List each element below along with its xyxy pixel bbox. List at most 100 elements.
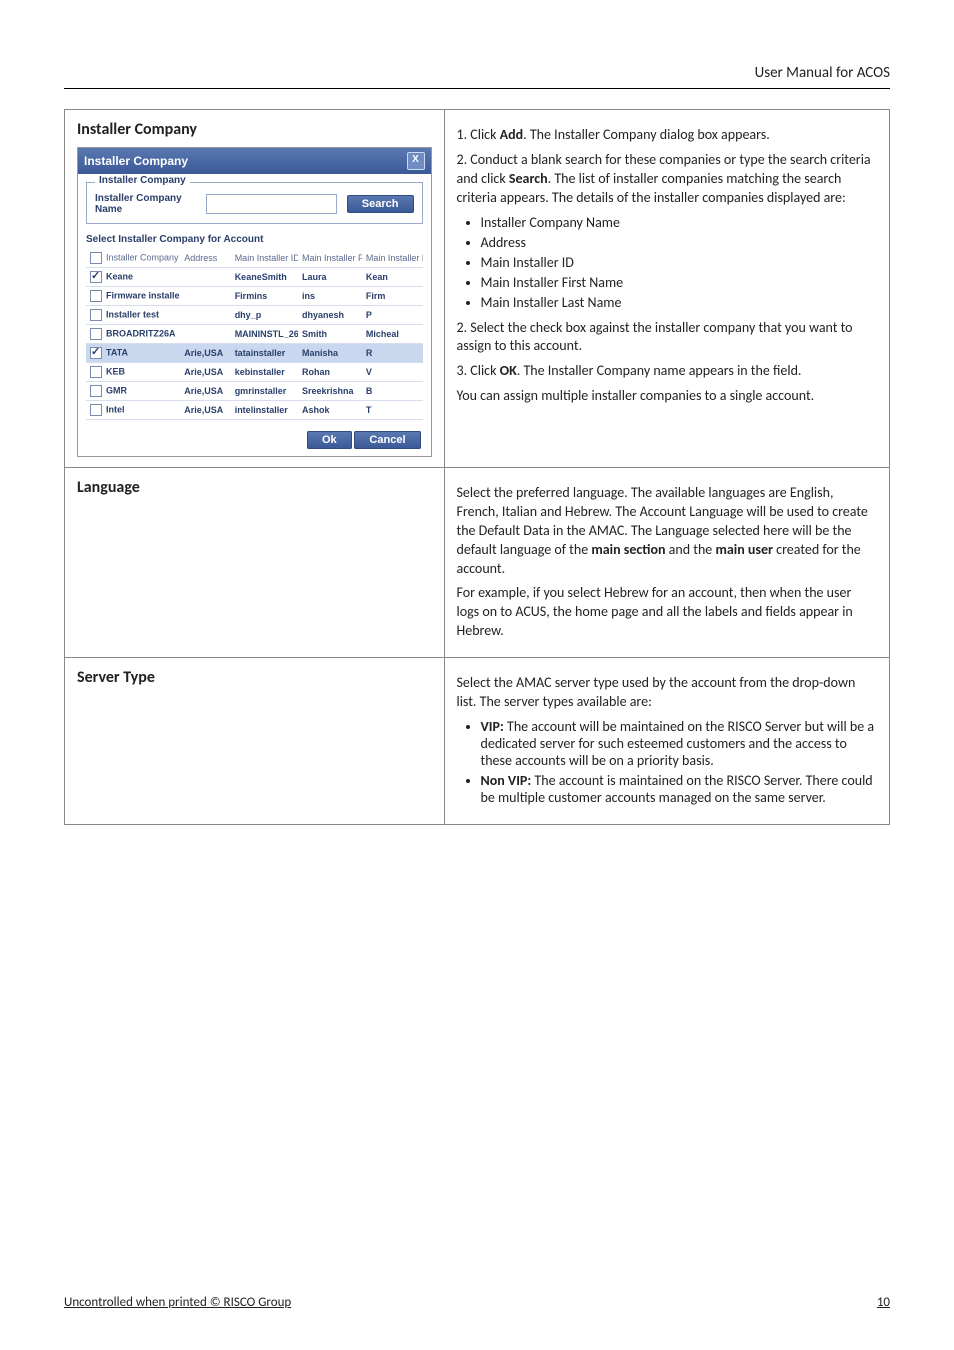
footer-page-number: 10: [877, 1295, 890, 1310]
cell-addr: [180, 325, 230, 344]
table-row[interactable]: Firmware installer FirminsinsFirm: [86, 287, 423, 306]
cell-name: TATA: [106, 347, 128, 357]
content-table: Installer Company Installer Company X In…: [64, 109, 890, 825]
cell-name: Firmware installer: [106, 290, 180, 300]
table-row[interactable]: Installer test dhy_pdhyaneshP: [86, 306, 423, 325]
cancel-button[interactable]: Cancel: [354, 431, 420, 449]
table-row[interactable]: TATA Arie,USAtatainstallerManishaR: [86, 344, 423, 363]
list-item: Installer Company Name: [481, 214, 878, 231]
cell-id: kebinstaller: [231, 363, 298, 382]
cell-ln: T: [362, 401, 423, 420]
ic-step2b: 2. Select the check box against the inst…: [457, 319, 878, 357]
page-footer: Uncontrolled when printed © RISCO Group …: [64, 1295, 890, 1310]
row-checkbox[interactable]: [90, 271, 102, 283]
row-server-type-left: Server Type: [65, 658, 445, 825]
cell-ln: Micheal: [362, 325, 423, 344]
server-type-label: Server Type: [77, 668, 155, 687]
installer-company-dialog: Installer Company X Installer Company In…: [77, 147, 432, 457]
cell-id: gmrinstaller: [231, 382, 298, 401]
cell-id: KeaneSmith: [231, 268, 298, 287]
cell-fn: Ashok: [298, 401, 362, 420]
cell-fn: Laura: [298, 268, 362, 287]
col-address: Address: [180, 249, 230, 268]
cell-addr: [180, 287, 230, 306]
company-table: Installer Company Name Address Main Inst…: [86, 249, 423, 420]
dialog-titlebar: Installer Company X: [78, 148, 431, 174]
dialog-legend: Installer Company: [95, 175, 190, 186]
cell-id: tatainstaller: [231, 344, 298, 363]
table-row[interactable]: Intel Arie,USAintelinstallerAshokT: [86, 401, 423, 420]
cell-addr: Arie,USA: [180, 344, 230, 363]
cell-name: Intel: [106, 404, 125, 414]
col-ln: Main Installer Last Name: [362, 249, 423, 268]
cell-fn: Rohan: [298, 363, 362, 382]
col-fn: Main Installer First Name: [298, 249, 362, 268]
cell-name: Installer test: [106, 309, 159, 319]
cell-ln: V: [362, 363, 423, 382]
company-name-label: Installer Company Name: [95, 193, 196, 215]
cell-addr: Arie,USA: [180, 401, 230, 420]
cell-name: GMR: [106, 385, 127, 395]
ic-bullets: Installer Company Name Address Main Inst…: [457, 214, 878, 311]
cell-id: dhy_p: [231, 306, 298, 325]
cell-ln: Firm: [362, 287, 423, 306]
cell-addr: [180, 268, 230, 287]
installer-company-label: Installer Company: [77, 120, 197, 139]
cell-ln: P: [362, 306, 423, 325]
cell-ln: Kean: [362, 268, 423, 287]
row-checkbox[interactable]: [90, 404, 102, 416]
table-row[interactable]: BROADRITZ26A MAININSTL_26ASmithMicheal: [86, 325, 423, 344]
cell-name: KEB: [106, 366, 125, 376]
server-type-intro: Select the AMAC server type used by the …: [457, 674, 878, 712]
row-checkbox[interactable]: [90, 290, 102, 302]
ok-button[interactable]: Ok: [307, 431, 352, 449]
ic-step3: 3. Click OK. The Installer Company name …: [457, 362, 878, 381]
header-checkbox[interactable]: [90, 252, 102, 264]
list-item: VIP: The account will be maintained on t…: [481, 718, 878, 769]
cell-fn: Smith: [298, 325, 362, 344]
cell-fn: Manisha: [298, 344, 362, 363]
search-button[interactable]: Search: [347, 195, 414, 213]
language-label: Language: [77, 478, 140, 497]
cell-id: intelinstaller: [231, 401, 298, 420]
dialog-subhead: Select Installer Company for Account: [86, 234, 423, 245]
col-name: Installer Company Name: [106, 252, 180, 262]
company-name-input[interactable]: [206, 194, 337, 214]
ic-step2: 2. Conduct a blank search for these comp…: [457, 151, 878, 208]
cell-id: MAININSTL_26A: [231, 325, 298, 344]
language-p1: Select the preferred language. The avail…: [457, 484, 878, 578]
cell-fn: Sreekrishna: [298, 382, 362, 401]
list-item: Main Installer Last Name: [481, 294, 878, 311]
table-row[interactable]: GMR Arie,USAgmrinstallerSreekrishnaB: [86, 382, 423, 401]
row-language-left: Language: [65, 468, 445, 658]
language-p2: For example, if you select Hebrew for an…: [457, 584, 878, 641]
row-checkbox[interactable]: [90, 347, 102, 359]
list-item: Address: [481, 234, 878, 251]
cell-ln: R: [362, 344, 423, 363]
dialog-fieldset: Installer Company Installer Company Name…: [86, 182, 423, 224]
server-type-bullets: VIP: The account will be maintained on t…: [457, 718, 878, 806]
cell-addr: Arie,USA: [180, 382, 230, 401]
footer-left: Uncontrolled when printed © RISCO Group: [64, 1295, 291, 1310]
cell-name: BROADRITZ26A: [106, 328, 176, 338]
close-icon[interactable]: X: [407, 152, 425, 170]
ic-note: You can assign multiple installer compan…: [457, 387, 878, 406]
table-row[interactable]: Keane KeaneSmithLauraKean: [86, 268, 423, 287]
row-checkbox[interactable]: [90, 385, 102, 397]
page-header: User Manual for ACOS: [64, 64, 890, 89]
cell-fn: dhyanesh: [298, 306, 362, 325]
cell-addr: [180, 306, 230, 325]
cell-name: Keane: [106, 271, 133, 281]
table-row[interactable]: KEBArie,USAkebinstallerRohanV: [86, 363, 423, 382]
list-item: Main Installer First Name: [481, 274, 878, 291]
row-checkbox[interactable]: [90, 366, 102, 378]
dialog-title: Installer Company: [84, 154, 188, 168]
cell-ln: B: [362, 382, 423, 401]
row-language-right: Select the preferred language. The avail…: [444, 468, 890, 658]
cell-fn: ins: [298, 287, 362, 306]
row-checkbox[interactable]: [90, 328, 102, 340]
row-checkbox[interactable]: [90, 309, 102, 321]
col-id: Main Installer ID: [231, 249, 298, 268]
cell-id: Firmins: [231, 287, 298, 306]
ic-step1: 1. Click Add. The Installer Company dial…: [457, 126, 878, 145]
